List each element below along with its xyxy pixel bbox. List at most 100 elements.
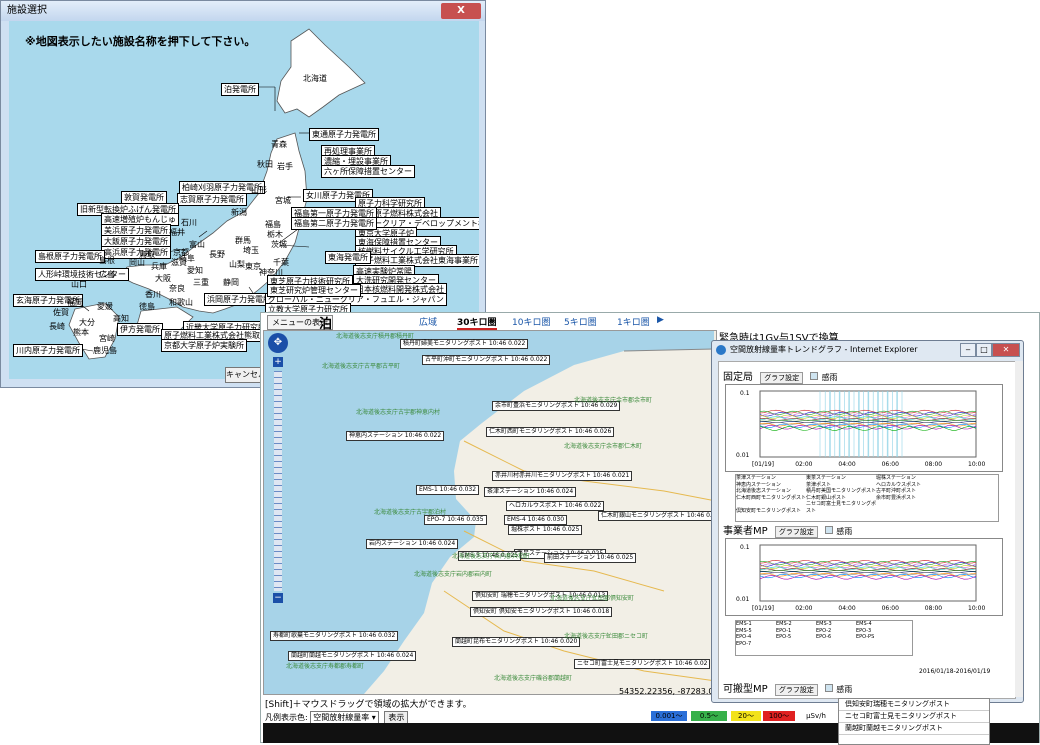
tab-1km[interactable]: 1キロ圏 bbox=[617, 315, 650, 328]
monitoring-post-label[interactable]: 寿都町歌棄モニタリングポスト 10:46 0.032 bbox=[270, 631, 399, 641]
fixed-station-legend: 茶津ステーション 東茶ステーション 堀株ステーション神恵内ステーション 茶津ポスト ヘロ… bbox=[735, 474, 999, 522]
next-arrow-icon[interactable]: ▶ bbox=[657, 315, 664, 325]
zoom-control[interactable]: ✥ + − bbox=[268, 333, 290, 623]
rain-checkbox[interactable] bbox=[810, 372, 819, 380]
monitoring-post-label[interactable]: 赤井川村赤井川モニタリングポスト 10:46 0.021 bbox=[492, 471, 633, 481]
prefecture-label: 山形 bbox=[251, 186, 267, 195]
shift-drag-hint: [Shift]＋マウスドラッグで領域の拡大ができます。 bbox=[265, 700, 472, 710]
x-axis-tick-label: 04:00 bbox=[838, 605, 855, 612]
facility-window-title: 施設選択 bbox=[1, 1, 485, 21]
graph-settings-button[interactable]: グラフ設定 bbox=[774, 526, 818, 538]
prefecture-label: 京都 bbox=[173, 248, 189, 257]
monitoring-post-label[interactable]: 仁木町西町モニタリングポスト 10:46 0.026 bbox=[486, 427, 615, 437]
monitoring-post-label[interactable]: 古平町沖町モニタリングポスト 10:46 0.022 bbox=[422, 355, 551, 365]
monitoring-post-label[interactable]: 仁木町銀山モニタリングポスト 10:46 0.025 bbox=[598, 511, 716, 521]
prefecture-label: 山口 bbox=[71, 280, 87, 289]
trend-scrollbar[interactable] bbox=[1015, 361, 1023, 697]
monitoring-post-label[interactable]: 蘭越町蘭越モニタリングポスト 10:46 0.024 bbox=[288, 651, 417, 661]
tab-5km[interactable]: 5キロ圏 bbox=[564, 315, 597, 328]
list-item[interactable]: 倶知安町瑞穂モニタリングポスト bbox=[839, 699, 989, 711]
facility-item[interactable]: 福島第二原子力発電所 bbox=[291, 217, 377, 230]
facility-item[interactable]: 京都大学原子炉実験所 bbox=[161, 339, 247, 352]
monitoring-post-label[interactable]: EMS-4 10:46 0.030 bbox=[504, 515, 568, 525]
y-axis-top-label: 0.1 bbox=[740, 390, 750, 397]
tab-30km[interactable]: 30キロ圏 bbox=[457, 315, 497, 330]
monitoring-post-label[interactable]: ヘロカルウスポスト 10:46 0.022 bbox=[506, 501, 605, 511]
prefecture-label: 宮城 bbox=[275, 196, 291, 205]
graph-settings-button[interactable]: グラフ設定 bbox=[760, 372, 804, 384]
facility-item[interactable]: 志賀原子力発電所 bbox=[177, 193, 247, 206]
monitoring-post-label[interactable]: 岩内ステーション 10:46 0.024 bbox=[366, 539, 459, 549]
scale-blue: 0.001〜 bbox=[651, 711, 687, 721]
prefecture-label: 福岡 bbox=[67, 298, 83, 307]
pan-control-icon[interactable]: ✥ bbox=[268, 333, 288, 353]
zoom-slider[interactable] bbox=[274, 371, 282, 591]
tab-wide-area[interactable]: 広域 bbox=[419, 315, 437, 328]
facility-item[interactable]: 泊発電所 bbox=[221, 83, 259, 96]
legend-label: 凡例表示色: bbox=[265, 713, 308, 722]
area-label: 北海道後志支庁磯谷郡蘭越町 bbox=[494, 675, 573, 682]
operator-mp-chart: 0.1 0.01 [01/19] 02:00 04:00 06:00 08:00 10:00 bbox=[725, 538, 1003, 616]
prefecture-label: 青森 bbox=[271, 140, 287, 149]
zoom-out-icon[interactable]: − bbox=[273, 593, 283, 603]
area-label: 北海道後志支庁岩内郡共和町 bbox=[452, 553, 531, 560]
monitoring-post-label[interactable]: 茶津ステーション 10:46 0.024 bbox=[484, 487, 577, 497]
x-axis-tick-label: 06:00 bbox=[882, 605, 899, 612]
facility-item[interactable]: 東芝研究炉管理センター bbox=[267, 284, 361, 297]
trend-close-button[interactable]: ✕ bbox=[992, 343, 1020, 357]
monitoring-post-label[interactable]: 神恵内ステーション 10:46 0.022 bbox=[346, 431, 445, 441]
facility-item[interactable]: 東通原子力発電所 bbox=[309, 128, 379, 141]
prefecture-label: 福井 bbox=[169, 228, 185, 237]
monitoring-post-label[interactable]: 倶知安町 倶知安モニタリングポスト 10:46 0.018 bbox=[470, 607, 613, 617]
prefecture-label: 兵庫 bbox=[151, 262, 167, 271]
prefecture-label: 佐賀 bbox=[53, 308, 69, 317]
facility-item[interactable]: 浜岡原子力発電所 bbox=[204, 293, 274, 306]
monitoring-post-label[interactable]: 前田ステーション 10:46 0.025 bbox=[544, 553, 637, 563]
rain-checkbox[interactable] bbox=[825, 526, 834, 534]
rain-label: 感雨 bbox=[836, 527, 853, 536]
prefecture-label: 岩手 bbox=[277, 162, 293, 171]
minimize-button[interactable]: ‒ bbox=[960, 343, 976, 357]
monitoring-post-label[interactable]: 蘭越町昆布モニタリングポスト 10:46 0.020 bbox=[452, 637, 581, 647]
prefecture-label: 富山 bbox=[189, 240, 205, 249]
site-map[interactable]: ✥ + − 積丹町婦美モニタリングポスト 10:46 0.022 古平町沖町モニタ… bbox=[263, 330, 717, 695]
x-axis-tick-label: 02:00 bbox=[795, 461, 812, 468]
section-fixed-stations: 固定局 グラフ設定 感雨 bbox=[723, 368, 838, 384]
monitoring-post-label[interactable]: 積丹町婦美モニタリングポスト 10:46 0.022 bbox=[400, 339, 529, 349]
close-button[interactable]: X bbox=[441, 3, 481, 19]
area-label: 北海道後志支庁古宇郡神恵内村 bbox=[356, 409, 441, 416]
list-item[interactable]: ニセコ町富士見モニタリングポスト bbox=[839, 711, 989, 723]
y-axis-bottom-label: 0.01 bbox=[736, 452, 750, 459]
monitoring-post-label[interactable]: 堀株ポスト 10:46 0.025 bbox=[508, 525, 583, 535]
list-item[interactable]: 蘭越町蘭越モニタリングポスト bbox=[839, 723, 989, 735]
monitoring-post-label[interactable]: EPO-7 10:46 0.035 bbox=[424, 515, 487, 525]
monitoring-post-label[interactable]: ニセコ町富士見モニタリングポスト 10:46 0.02 bbox=[574, 659, 711, 669]
facility-item[interactable]: 東海発電所 bbox=[325, 251, 371, 264]
legend-entry: ニセコ町富士見モニタリングポスト bbox=[806, 501, 877, 514]
section-portable-mp: 可搬型MP グラフ設定 感雨 bbox=[723, 680, 852, 696]
legend-entry: 仁木町西町モニタリングポスト bbox=[736, 494, 807, 501]
prefecture-label: 長野 bbox=[209, 250, 225, 259]
area-label: 北海道後志支庁虻田郡倶知安町 bbox=[550, 595, 635, 602]
rain-checkbox[interactable] bbox=[825, 684, 834, 692]
graph-settings-button[interactable]: グラフ設定 bbox=[774, 684, 818, 696]
zoom-in-icon[interactable]: + bbox=[273, 357, 283, 367]
facility-item[interactable]: 島根原子力発電所 bbox=[35, 250, 105, 263]
facility-item[interactable]: 伊方発電所 bbox=[117, 323, 163, 336]
legend-select-value: 空間放射線量率 bbox=[313, 713, 370, 722]
y-axis-bottom-label: 0.01 bbox=[736, 596, 750, 603]
prefecture-label: 熊本 bbox=[73, 328, 89, 337]
prefecture-label: 広島 bbox=[99, 270, 115, 279]
area-label: 北海道後志支庁余市郡余市町 bbox=[574, 397, 653, 404]
maximize-button[interactable]: □ bbox=[976, 343, 992, 357]
monitoring-post-label[interactable]: EMS-1 10:46 0.032 bbox=[416, 485, 480, 495]
prefecture-label: 愛媛 bbox=[97, 302, 113, 311]
facility-item[interactable]: 川内原子力発電所 bbox=[13, 344, 83, 357]
tab-10km[interactable]: 10キロ圏 bbox=[512, 315, 550, 328]
prefecture-label: 新潟 bbox=[231, 208, 247, 217]
facility-item[interactable]: 六ヶ所保障措置センター bbox=[321, 165, 415, 178]
trend-title: 空間放射線量率トレンドグラフ - Internet Explorer bbox=[730, 345, 918, 354]
scale-green: 0.5〜 bbox=[691, 711, 727, 721]
scale-yellow: 20〜 bbox=[731, 711, 761, 721]
x-axis-tick-label: 06:00 bbox=[882, 461, 899, 468]
